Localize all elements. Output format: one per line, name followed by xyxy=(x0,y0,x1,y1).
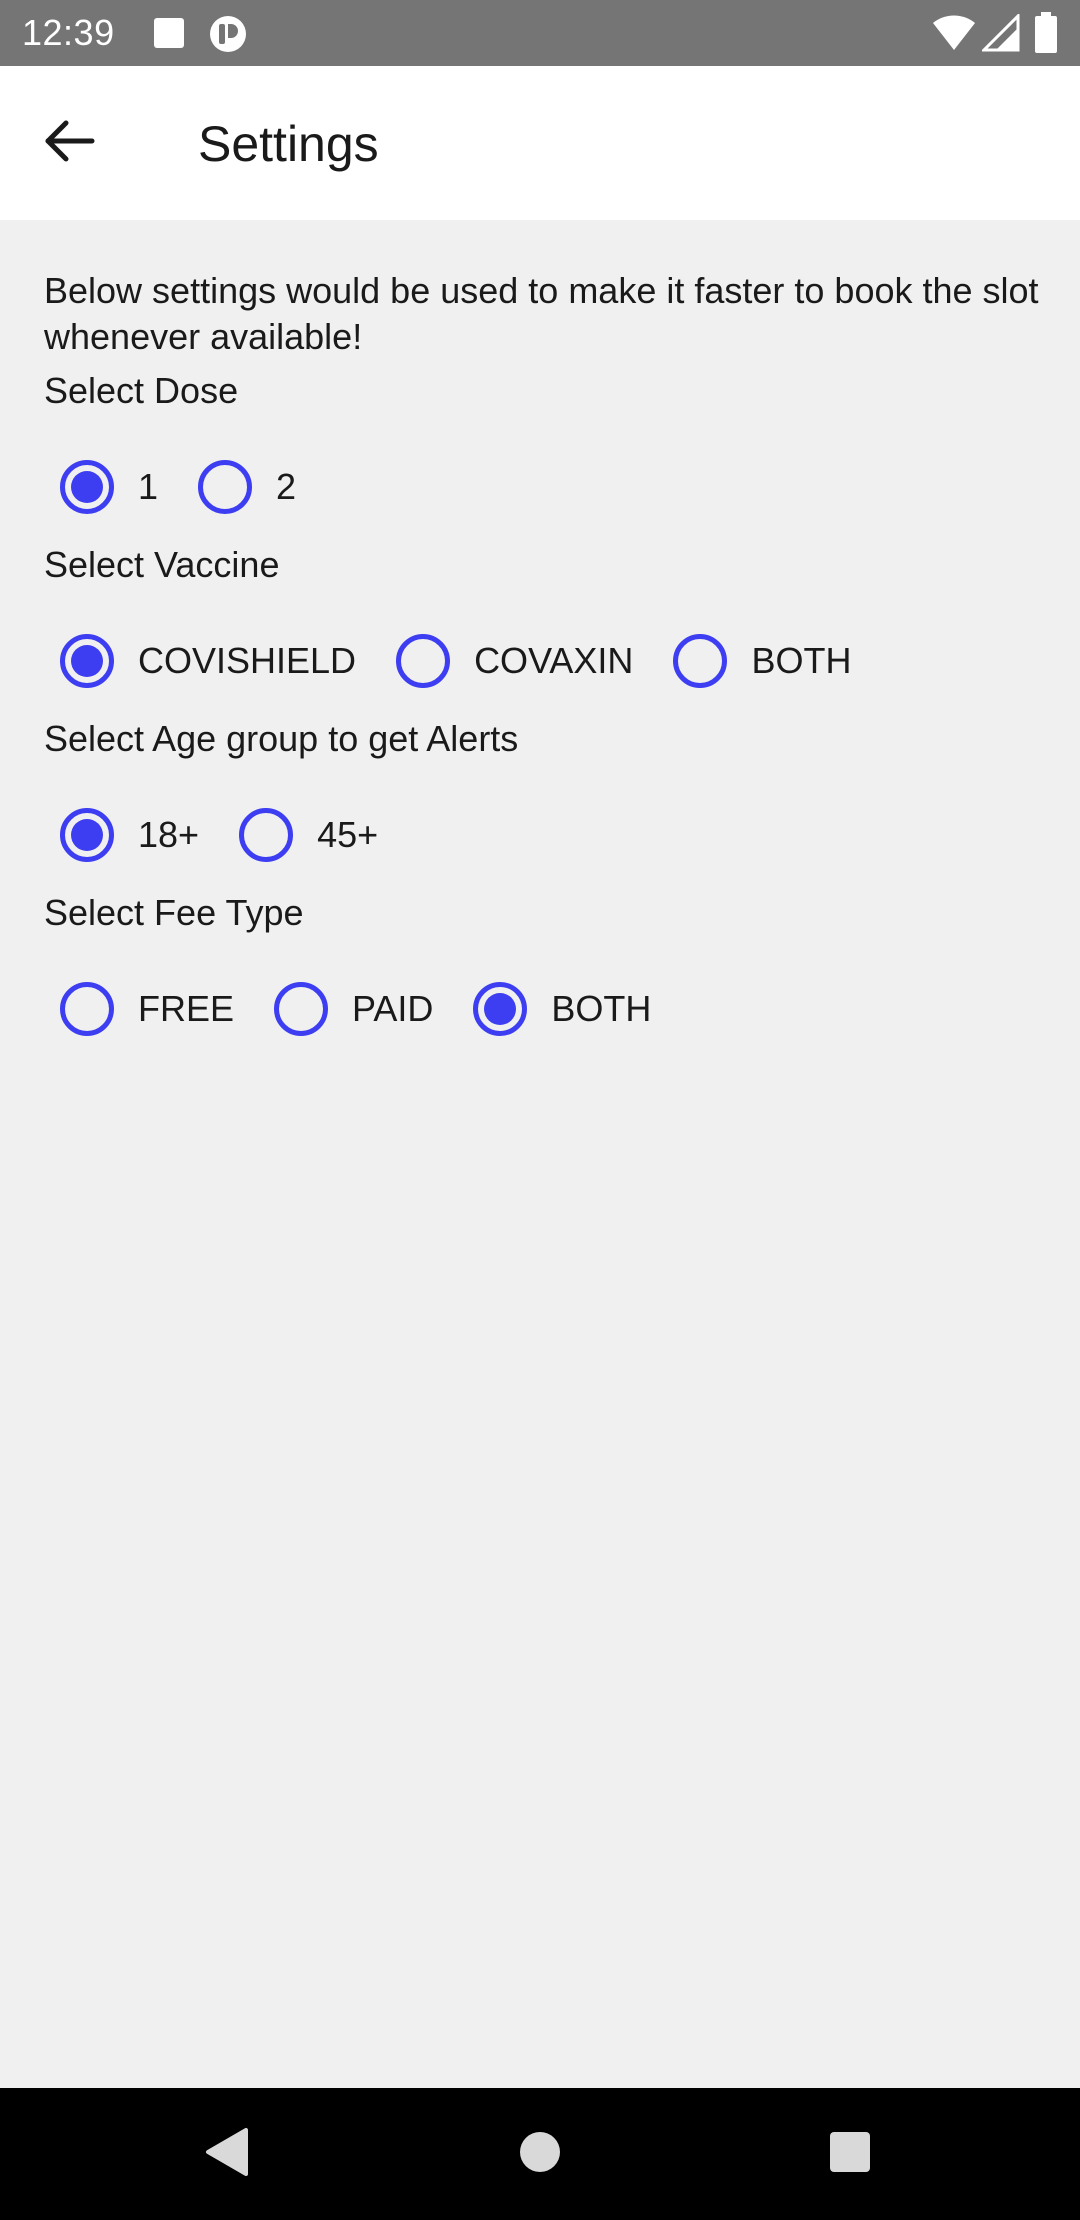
age-group-section-label: Select Age group to get Alerts xyxy=(44,718,519,759)
radio-button[interactable] xyxy=(380,618,466,704)
radio-button[interactable] xyxy=(44,792,130,878)
radio-label: FREE xyxy=(138,988,235,1029)
notification-square-icon xyxy=(152,16,186,55)
radio-label: BOTH xyxy=(551,988,652,1029)
status-bar: 12:39 xyxy=(0,0,1080,66)
radio-selected-dot xyxy=(71,471,103,503)
radio-button[interactable] xyxy=(457,966,543,1052)
dose-option-1[interactable]: 1 xyxy=(44,444,158,530)
radio-button[interactable] xyxy=(657,618,743,704)
nav-recents-button[interactable] xyxy=(820,2124,880,2184)
radio-button[interactable] xyxy=(258,966,344,1052)
radio-button[interactable] xyxy=(44,618,130,704)
radio-label: COVAXIN xyxy=(474,640,634,681)
fee-option-paid[interactable]: PAID xyxy=(258,966,433,1052)
dose-section-label: Select Dose xyxy=(44,370,239,411)
age-group-radio-group: 18+ 45+ xyxy=(44,792,402,878)
radio-label: 18+ xyxy=(138,814,200,855)
recents-square-icon xyxy=(828,2130,872,2179)
cell-signal-icon xyxy=(980,12,1020,57)
vaccine-radio-group: COVISHIELD COVAXIN BOTH xyxy=(44,618,875,704)
app-bar: Settings xyxy=(0,66,1080,220)
radio-label: PAID xyxy=(352,988,434,1029)
radio-selected-dot xyxy=(71,819,103,851)
nav-home-button[interactable] xyxy=(510,2124,570,2184)
dose-option-2[interactable]: 2 xyxy=(182,444,296,530)
radio-label: 1 xyxy=(138,466,159,507)
radio-label: COVISHIELD xyxy=(138,640,357,681)
app-notification-icon xyxy=(208,14,248,59)
radio-button[interactable] xyxy=(223,792,309,878)
vaccine-section-label: Select Vaccine xyxy=(44,544,280,585)
back-triangle-icon xyxy=(204,2127,248,2182)
vaccine-option-covishield[interactable]: COVISHIELD xyxy=(44,618,356,704)
fee-type-radio-group: FREE PAID BOTH xyxy=(44,966,675,1052)
vaccine-option-both[interactable]: BOTH xyxy=(657,618,851,704)
page-title: Settings xyxy=(198,116,379,172)
radio-button[interactable] xyxy=(44,444,130,530)
radio-label: 2 xyxy=(276,466,297,507)
dose-radio-group: 1 2 xyxy=(44,444,320,530)
fee-type-section-label: Select Fee Type xyxy=(44,892,304,933)
fee-option-both[interactable]: BOTH xyxy=(457,966,651,1052)
radio-label: 45+ xyxy=(317,814,379,855)
nav-back-button[interactable] xyxy=(196,2124,256,2184)
status-time: 12:39 xyxy=(22,12,115,53)
home-circle-icon xyxy=(518,2130,562,2179)
radio-selected-dot xyxy=(484,993,517,1025)
arrow-back-icon xyxy=(44,119,96,168)
vaccine-option-covaxin[interactable]: COVAXIN xyxy=(380,618,633,704)
radio-selected-dot xyxy=(71,645,103,677)
back-button[interactable] xyxy=(30,103,110,183)
system-nav-bar xyxy=(0,2088,1080,2220)
battery-icon xyxy=(1034,12,1058,59)
radio-button[interactable] xyxy=(182,444,268,530)
age-option-45-plus[interactable]: 45+ xyxy=(223,792,378,878)
radio-button[interactable] xyxy=(44,966,130,1052)
wifi-icon xyxy=(932,14,976,57)
settings-description: Below settings would be used to make it … xyxy=(44,270,1039,357)
age-option-18-plus[interactable]: 18+ xyxy=(44,792,199,878)
radio-label: BOTH xyxy=(751,640,852,681)
fee-option-free[interactable]: FREE xyxy=(44,966,234,1052)
